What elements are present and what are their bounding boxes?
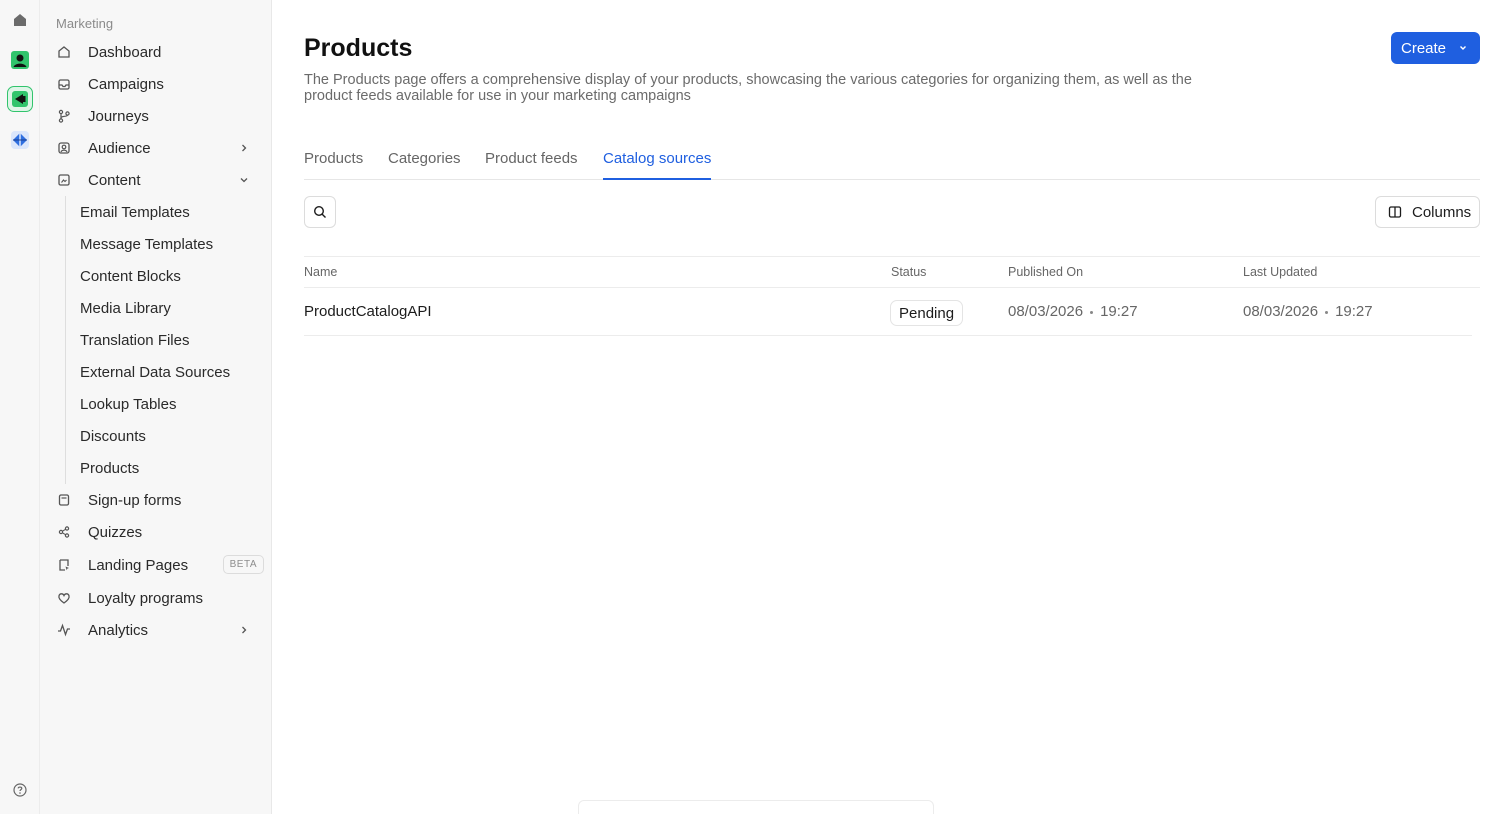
columns-button[interactable]: Columns xyxy=(1375,196,1480,228)
home-icon xyxy=(56,44,72,60)
column-header-published-on[interactable]: Published On xyxy=(1008,265,1083,279)
sidebar-item-campaigns[interactable]: Campaigns xyxy=(48,70,264,98)
separator-dot xyxy=(1090,310,1094,314)
tab-catalog-sources[interactable]: Catalog sources xyxy=(603,150,712,180)
sidebar-item-loyalty-programs[interactable]: Loyalty programs xyxy=(48,584,264,612)
chevron-right-icon xyxy=(242,626,247,634)
status-badge: Pending xyxy=(890,300,964,326)
tab-bar: Products Categories Product feeds Catalo… xyxy=(304,140,1480,180)
column-header-status[interactable]: Status xyxy=(891,265,926,279)
tab-product-feeds[interactable]: Product feeds xyxy=(485,150,578,180)
inbox-icon xyxy=(56,76,72,92)
page-description: The Products page offers a comprehensive… xyxy=(304,72,1192,104)
branch-icon xyxy=(56,108,72,124)
heart-icon xyxy=(56,590,72,606)
beta-badge: BETA xyxy=(222,555,264,574)
sidebar-subitem-products[interactable]: Products xyxy=(80,454,139,482)
sidebar: Marketing Dashboard Campaigns Journeys A… xyxy=(40,0,272,814)
cell-name: ProductCatalogAPI xyxy=(304,303,432,320)
help-icon[interactable] xyxy=(8,778,32,802)
home-app-icon[interactable] xyxy=(8,8,32,32)
sidebar-item-sign-up-forms[interactable]: Sign-up forms xyxy=(48,486,264,514)
tab-products[interactable]: Products xyxy=(304,150,363,180)
sidebar-item-label: Journeys xyxy=(88,107,149,125)
sidebar-item-quizzes[interactable]: Quizzes xyxy=(48,518,264,546)
sidebar-item-journeys[interactable]: Journeys xyxy=(48,102,264,130)
sidebar-subitem-media-library[interactable]: Media Library xyxy=(80,294,171,322)
columns-icon xyxy=(1388,205,1402,219)
column-header-name[interactable]: Name xyxy=(304,265,337,279)
page-title: Products xyxy=(304,34,413,62)
columns-button-label: Columns xyxy=(1412,203,1472,221)
sidebar-item-label: Loyalty programs xyxy=(88,589,204,607)
chevron-down-icon xyxy=(1460,46,1466,50)
sidebar-item-label: Sign-up forms xyxy=(88,491,182,509)
separator-dot xyxy=(1325,310,1329,314)
sidebar-subitem-translation-files[interactable]: Translation Files xyxy=(80,326,189,354)
marketing-app-icon[interactable] xyxy=(7,86,33,112)
submenu-guide-line xyxy=(65,196,66,484)
contacts-app-icon[interactable] xyxy=(8,48,32,72)
search-button[interactable] xyxy=(304,196,336,228)
sidebar-section-label: Marketing xyxy=(56,16,114,31)
sidebar-item-label: Content xyxy=(88,171,141,189)
analytics-app-icon[interactable] xyxy=(8,128,32,152)
create-button[interactable]: Create xyxy=(1391,32,1480,64)
content-icon xyxy=(56,172,72,188)
sidebar-subitem-external-data-sources[interactable]: External Data Sources xyxy=(80,358,230,386)
tab-categories[interactable]: Categories xyxy=(388,150,461,180)
form-icon xyxy=(56,492,72,508)
app-rail xyxy=(0,0,40,814)
create-button-label: Create xyxy=(1401,39,1447,57)
sidebar-item-label: Landing Pages xyxy=(88,556,189,574)
chevron-right-icon xyxy=(242,144,247,152)
sidebar-subitem-lookup-tables[interactable]: Lookup Tables xyxy=(80,390,176,418)
audience-icon xyxy=(56,140,72,156)
sidebar-item-analytics[interactable]: Analytics xyxy=(48,616,264,644)
sidebar-subitem-content-blocks[interactable]: Content Blocks xyxy=(80,262,181,290)
sidebar-subitem-message-templates[interactable]: Message Templates xyxy=(80,230,213,258)
cell-last-updated: 08/03/2026 19:27 xyxy=(1243,303,1373,320)
main-content: Products The Products page offers a comp… xyxy=(272,0,1512,814)
sidebar-item-dashboard[interactable]: Dashboard xyxy=(48,38,264,66)
sidebar-subitem-email-templates[interactable]: Email Templates xyxy=(80,198,190,226)
table-row[interactable]: ProductCatalogAPI Pending 08/03/2026 19:2… xyxy=(304,288,1472,336)
quiz-icon xyxy=(56,524,72,540)
sidebar-item-label: Dashboard xyxy=(88,43,162,61)
activity-icon xyxy=(56,622,72,638)
sidebar-item-content[interactable]: Content xyxy=(48,166,264,194)
sidebar-item-label: Campaigns xyxy=(88,75,164,93)
table-header: Name Status Published On Last Updated xyxy=(304,256,1480,288)
landing-page-icon xyxy=(56,557,72,573)
updated-time: 19:27 xyxy=(1335,303,1373,320)
published-time: 19:27 xyxy=(1100,303,1138,320)
bottom-floating-panel xyxy=(578,800,934,814)
sidebar-item-label: Analytics xyxy=(88,621,149,639)
sidebar-subitem-discounts[interactable]: Discounts xyxy=(80,422,146,450)
sidebar-item-label: Quizzes xyxy=(88,523,143,541)
updated-date: 08/03/2026 xyxy=(1243,303,1319,320)
sidebar-item-label: Audience xyxy=(88,139,151,157)
search-icon xyxy=(313,205,326,218)
sidebar-item-audience[interactable]: Audience xyxy=(48,134,264,162)
column-header-last-updated[interactable]: Last Updated xyxy=(1243,265,1317,279)
sidebar-item-landing-pages[interactable]: Landing Pages BETA xyxy=(48,551,264,579)
chevron-down-icon xyxy=(240,178,248,183)
cell-published-on: 08/03/2026 19:27 xyxy=(1008,303,1138,320)
published-date: 08/03/2026 xyxy=(1008,303,1084,320)
